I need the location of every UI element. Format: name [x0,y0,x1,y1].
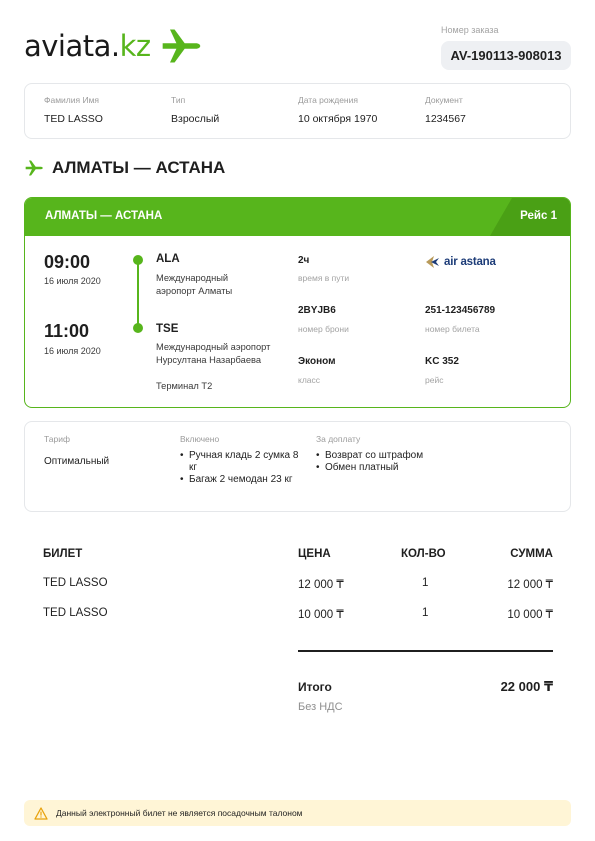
passenger-type-label: Тип [171,95,186,105]
arrival-dot [133,323,143,333]
plane-icon [25,160,43,176]
col-header-qty: КОЛ-ВО [401,548,446,560]
flight-header-title: АЛМАТЫ — АСТАНА [45,210,163,222]
included-list: Ручная кладь 2 сумка 8 кг Багаж 2 чемода… [180,450,300,486]
passenger-doc-col: Документ 1234567 [425,95,466,125]
logo-text-main: aviata. [24,29,120,63]
passenger-dob-label: Дата рождения [298,95,358,105]
tariff-col: Тариф Оптимальный [44,434,109,467]
passenger-name: TED LASSO [44,113,103,125]
tariff-card: Тариф Оптимальный Включено Ручная кладь … [24,421,571,512]
flight-header: АЛМАТЫ — АСТАНА Рейс 1 [25,198,570,236]
row2-sum: 10 000 ₸ [507,609,553,621]
order-number-label: Номер заказа [441,25,499,35]
arrival-code: TSE [156,323,179,335]
list-item: Багаж 2 чемодан 23 кг [180,474,300,486]
total-divider [298,650,553,652]
arrival-date: 16 июля 2020 [44,346,101,356]
passenger-type: Взрослый [171,113,220,125]
col-header-sum: СУММА [510,548,553,560]
row1-sum: 12 000 ₸ [507,579,553,591]
row2-qty: 1 [422,607,429,619]
flight-number: Рейс 1 [520,210,557,222]
class-value: Эконом [298,356,336,367]
passenger-doc: 1234567 [425,113,466,125]
row2-ticket: TED LASSO [43,607,108,619]
vat-note: Без НДС [298,701,343,713]
trip-label: рейс [425,375,444,385]
departure-time: 09:00 [44,252,91,272]
route-line [137,262,139,326]
departure-date: 16 июля 2020 [44,276,101,286]
warning-text: Данный электронный билет не является пос… [56,808,303,818]
row1-qty: 1 [422,577,429,589]
passenger-dob: 10 октября 1970 [298,113,378,125]
logo-text-accent: kz [119,29,152,63]
route-title: АЛМАТЫ — АСТАНА [52,158,226,177]
passenger-doc-label: Документ [425,95,463,105]
duration-label: время в пути [298,273,350,283]
passenger-type-col: Тип Взрослый [171,95,219,125]
departure-airport: Международный аэропорт Алматы [156,273,233,296]
extra-list: Возврат со штрафом Обмен платный [316,450,466,474]
row1-ticket: TED LASSO [43,577,108,589]
extra-col: За доплату Возврат со штрафом Обмен плат… [316,434,466,474]
included-col: Включено Ручная кладь 2 сумка 8 кг Багаж… [180,434,300,486]
tariff-value: Оптимальный [44,456,110,467]
warning-icon [34,806,48,820]
airline-logo: air astana [425,254,496,270]
passenger-name-label: Фамилия Имя [44,95,100,105]
col-header-ticket: БИЛЕТ [43,548,83,560]
aviata-logo: aviata.kz [24,24,203,68]
ticket-label: номер билета [425,324,480,334]
col-header-price: ЦЕНА [298,548,331,560]
extra-label: За доплату [316,434,361,444]
passenger-dob-col: Дата рождения 10 октября 1970 [298,95,377,125]
flight-card: АЛМАТЫ — АСТАНА Рейс 1 09:00 16 июля 202… [24,197,571,408]
route-heading: АЛМАТЫ — АСТАНА [24,158,225,178]
tariff-label: Тариф [44,434,71,444]
air-astana-logo-icon [426,256,439,268]
booking-label: номер брони [298,324,349,334]
booking-number: 2BYJB6 [298,305,336,316]
warning-banner: Данный электронный билет не является пос… [24,800,571,826]
departure-code: ALA [156,253,180,265]
passenger-card: Фамилия Имя TED LASSO Тип Взрослый Дата … [24,83,571,139]
row2-price: 10 000 ₸ [298,609,344,621]
plane-icon [162,29,200,63]
trip-value: KC 352 [425,356,459,367]
included-label: Включено [180,434,220,444]
class-label: класс [298,375,321,385]
list-item: Возврат со штрафом [316,450,466,462]
total-value: 22 000 ₸ [500,679,553,694]
row1-price: 12 000 ₸ [298,579,344,591]
arrival-airport: Международный аэропорт Нурсултана Назарб… [156,342,271,365]
order-number: AV-190113-908013 [441,41,571,70]
list-item: Ручная кладь 2 сумка 8 кг [180,450,300,474]
arrival-time: 11:00 [44,321,90,341]
ticket-number: 251-123456789 [425,305,496,316]
total-label: Итого [298,680,332,694]
airline-name: air astana [444,256,496,268]
duration-value: 2ч [298,255,310,266]
arrival-terminal: Терминал Т2 [156,381,213,391]
passenger-name-col: Фамилия Имя TED LASSO [44,95,103,125]
list-item: Обмен платный [316,462,466,474]
